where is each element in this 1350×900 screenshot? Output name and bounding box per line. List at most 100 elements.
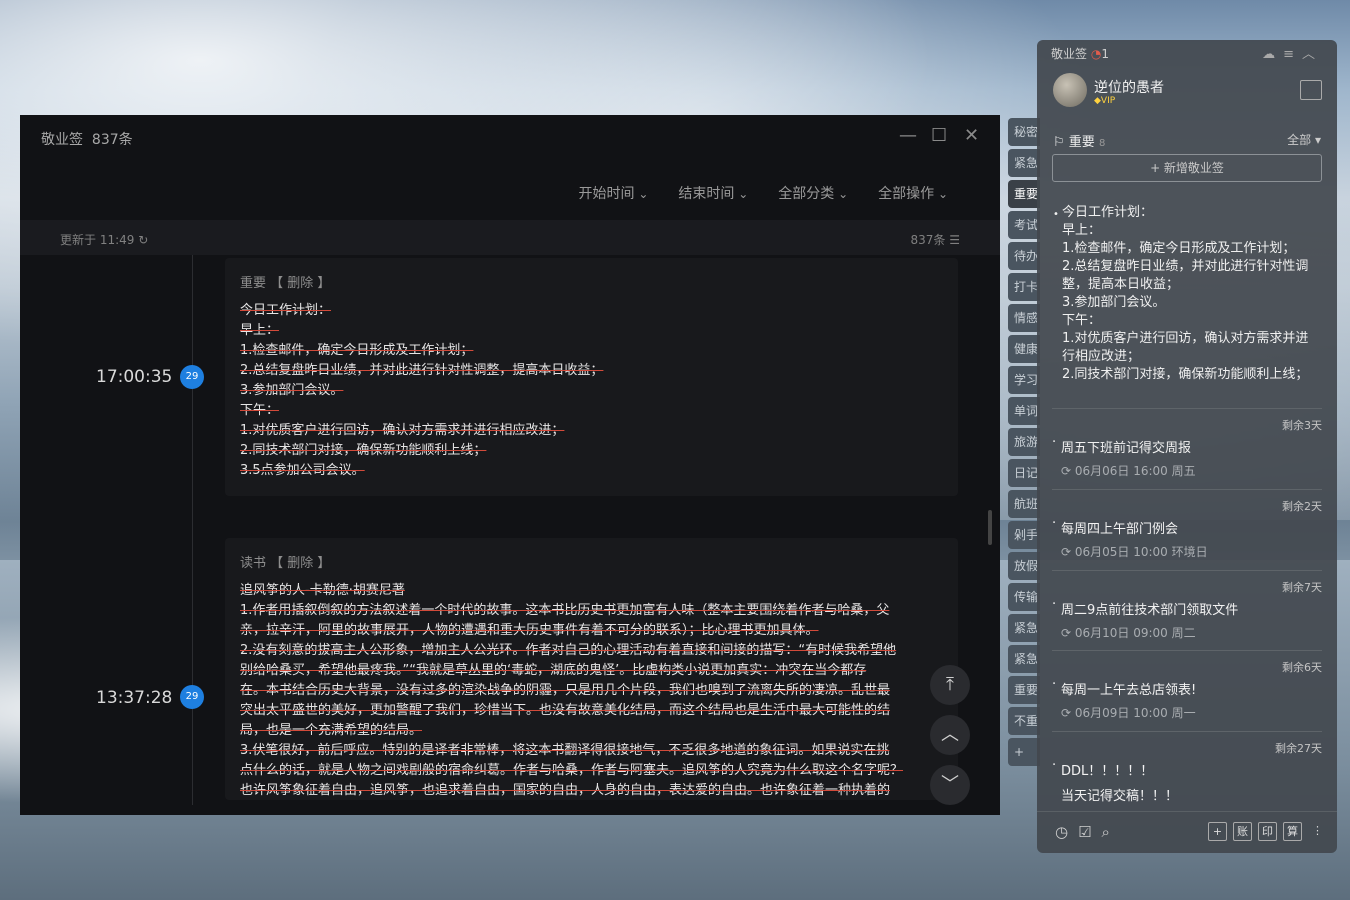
reminder-item[interactable]: 剩余2天每周四上午部门例会 ⟳ 06月05日 10:00 环境日 [1052, 489, 1322, 560]
refresh-icon[interactable]: ↻ [138, 233, 148, 247]
remaining-label: 剩余7天 [1282, 581, 1322, 594]
category-tab[interactable]: 单词 [1008, 397, 1040, 425]
scroll-down-button[interactable]: ﹀ [930, 765, 970, 805]
card-header: 重要 【 删除 】 [240, 272, 943, 291]
filter-start-time[interactable]: 开始时间 [579, 183, 649, 203]
calendar-icon[interactable] [1300, 80, 1322, 100]
entry-time: 13:37:28 [96, 688, 173, 708]
reminder-item[interactable]: 剩余7天周二9点前往技术部门领取文件 ⟳ 06月10日 09:00 周二 [1052, 570, 1322, 641]
card-action: 【 删除 】 [270, 556, 331, 571]
card-line: 早上： [240, 323, 280, 338]
filter-category[interactable]: 全部分类 [778, 183, 848, 203]
panel-header: 敬业签 ◔1 [1051, 45, 1109, 62]
avatar[interactable] [1053, 73, 1087, 107]
panel-toolbar: ☁≡︿ [1262, 43, 1323, 62]
card-line: 1.对优质客户进行回访，确认对方需求并进行相应改进； [240, 423, 565, 438]
category-tab[interactable]: 不重 [1008, 707, 1040, 735]
category-tab[interactable]: 考试 [1008, 211, 1040, 239]
category-tab[interactable]: 打卡 [1008, 273, 1040, 301]
category-tab[interactable]: 传输 [1008, 583, 1040, 611]
collapse-icon[interactable]: ︿ [1302, 47, 1323, 62]
minimize-button[interactable]: — [899, 125, 917, 146]
category-tab[interactable]: 秘密 [1008, 118, 1040, 146]
print-icon[interactable]: 印 [1258, 822, 1277, 841]
calc-icon[interactable]: 算 [1283, 822, 1302, 841]
card-action: 【 删除 】 [270, 276, 331, 291]
card-line: 3.5点参加公司会议。 [240, 463, 365, 478]
filter-end-time[interactable]: 结束时间 [678, 183, 748, 203]
reminder-time: ⟳ 06月09日 10:00 周一 [1052, 704, 1322, 721]
reminder-time-text: 当天记得交稿！！！ [1061, 789, 1179, 804]
check-icon[interactable]: ☑ [1078, 823, 1101, 841]
reminder-title: 每周四上午部门例会 [1052, 516, 1322, 537]
category-tab[interactable]: 放假 [1008, 552, 1040, 580]
title-count: 837条 [91, 132, 133, 148]
clock-icon[interactable]: ◷ [1055, 823, 1078, 841]
category-tab[interactable]: 日记 [1008, 459, 1040, 487]
reminder-title: DDL！！！！！ [1052, 758, 1322, 779]
card-line: 2.总结复盘昨日业绩，并对此进行针对性调整，提高本日收益； [240, 363, 604, 378]
scrollbar-thumb[interactable] [988, 510, 992, 545]
cloud-icon[interactable]: ☁ [1262, 47, 1283, 62]
reminder-time: ⟳ 06月05日 10:00 环境日 [1052, 543, 1322, 560]
section-name: 重要 [1068, 135, 1095, 150]
reminder-item[interactable]: 剩余27天 DDL！！！！！ 当天记得交稿！！！ [1052, 731, 1322, 804]
category-tab[interactable]: 旅游 [1008, 428, 1040, 456]
menu-icon[interactable]: ≡ [1283, 47, 1302, 62]
maximize-button[interactable]: ☐ [931, 125, 947, 146]
category-tabs: 秘密 紧急 重要 考试 待办 打卡 情感 健康 学习 单词 旅游 日记 航班 剁手 放假 传输 紧急 紧急 重要 不重… [1008, 118, 1040, 769]
card-line: 1.检查邮件，确定今日形成及工作计划； [240, 343, 474, 358]
reminder-item[interactable]: 剩余3天周五下班前记得交周报 ⟳ 06月06日 16:00 周五 [1052, 408, 1322, 479]
category-tab[interactable]: 紧急 [1008, 614, 1040, 642]
card-line: 3.参加部门会议。 [240, 383, 344, 398]
add-tab-button[interactable]: + [1008, 738, 1040, 766]
note-line: 2.同技术部门对接，确保新功能顺利上线； [1062, 367, 1309, 382]
total-text: 837条 [910, 233, 946, 247]
category-tab[interactable]: 重要 [1008, 180, 1040, 208]
panel-footer: ◷☑⌕ + 账印算 ⋮ [1037, 811, 1337, 853]
category-tab[interactable]: 健康 [1008, 335, 1040, 363]
category-tab[interactable]: 剁手 [1008, 521, 1040, 549]
add-icon[interactable]: + [1208, 822, 1227, 841]
card-line: 突出太平盛世的美好，更加警醒了我们，珍惜当下。也没有故意美化结局，而这个结局也是… [240, 703, 891, 718]
footer-right-icons: + 账印算 ⋮ [1208, 822, 1327, 841]
card-category: 读书 [240, 556, 267, 571]
updated-label: 更新于 11:49 ↻ [60, 231, 148, 248]
card-line: 局，也是一个充满希望的结局。 [240, 723, 423, 738]
note-line: 早上： [1062, 223, 1102, 238]
category-tab[interactable]: 重要 [1008, 676, 1040, 704]
note-line: 下午： [1062, 313, 1102, 328]
filter-operation[interactable]: 全部操作 [878, 183, 948, 203]
add-note-button[interactable]: + 新增敬业签 [1052, 154, 1322, 182]
filter-dropdown[interactable]: 全部 ▾ [1287, 131, 1321, 148]
total-label: 837条 ☰ [911, 231, 961, 248]
card-line: 3.伏笔很好，前后呼应。特别的是译者非常棒，将这本书翻译得很接地气，不乏很多地道… [240, 743, 890, 758]
reminder-item[interactable]: 剩余6天每周一上午去总店领表! ⟳ 06月09日 10:00 周一 [1052, 650, 1322, 721]
reminder-time: ⟳ 06月06日 16:00 周五 [1052, 462, 1322, 479]
more-icon[interactable]: ⋮ [1308, 822, 1327, 841]
repeat-icon: ⟳ [1061, 626, 1075, 640]
category-tab[interactable]: 紧急 [1008, 149, 1040, 177]
scroll-up-button[interactable]: ︿ [930, 715, 970, 755]
category-tab[interactable]: 紧急 [1008, 645, 1040, 673]
category-tab[interactable]: 情感 [1008, 304, 1040, 332]
category-tab[interactable]: 航班 [1008, 490, 1040, 518]
message-count: 1 [1101, 47, 1109, 61]
history-window: 敬业签 837条 — ☐ ✕ 开始时间 结束时间 全部分类 全部操作 更新于 1… [20, 115, 1000, 815]
category-tab[interactable]: 待办 [1008, 242, 1040, 270]
list-icon[interactable]: ☰ [949, 233, 960, 247]
category-tab[interactable]: 学习 [1008, 366, 1040, 394]
panel-app-name: 敬业签 [1051, 47, 1088, 61]
remaining-label: 剩余2天 [1282, 500, 1322, 513]
scroll-top-button[interactable]: ⤒ [930, 665, 970, 705]
message-icon[interactable]: ◔ [1091, 47, 1101, 61]
note-item[interactable]: • 今日工作计划： 早上： 1.检查邮件，确定今日形成及工作计划； 2.总结复盘昨日业绩… [1053, 204, 1321, 388]
filter-value: 全部 [1287, 133, 1312, 147]
reminder-time-text: 06月09日 10:00 周一 [1074, 706, 1196, 720]
account-icon[interactable]: 账 [1233, 822, 1252, 841]
close-button[interactable]: ✕ [964, 125, 979, 146]
reminder-time: ⟳ 06月10日 09:00 周二 [1052, 624, 1322, 641]
reminder-title: 周五下班前记得交周报 [1052, 435, 1322, 456]
reminder-title: 每周一上午去总店领表! [1052, 677, 1322, 698]
search-icon[interactable]: ⌕ [1102, 823, 1120, 841]
